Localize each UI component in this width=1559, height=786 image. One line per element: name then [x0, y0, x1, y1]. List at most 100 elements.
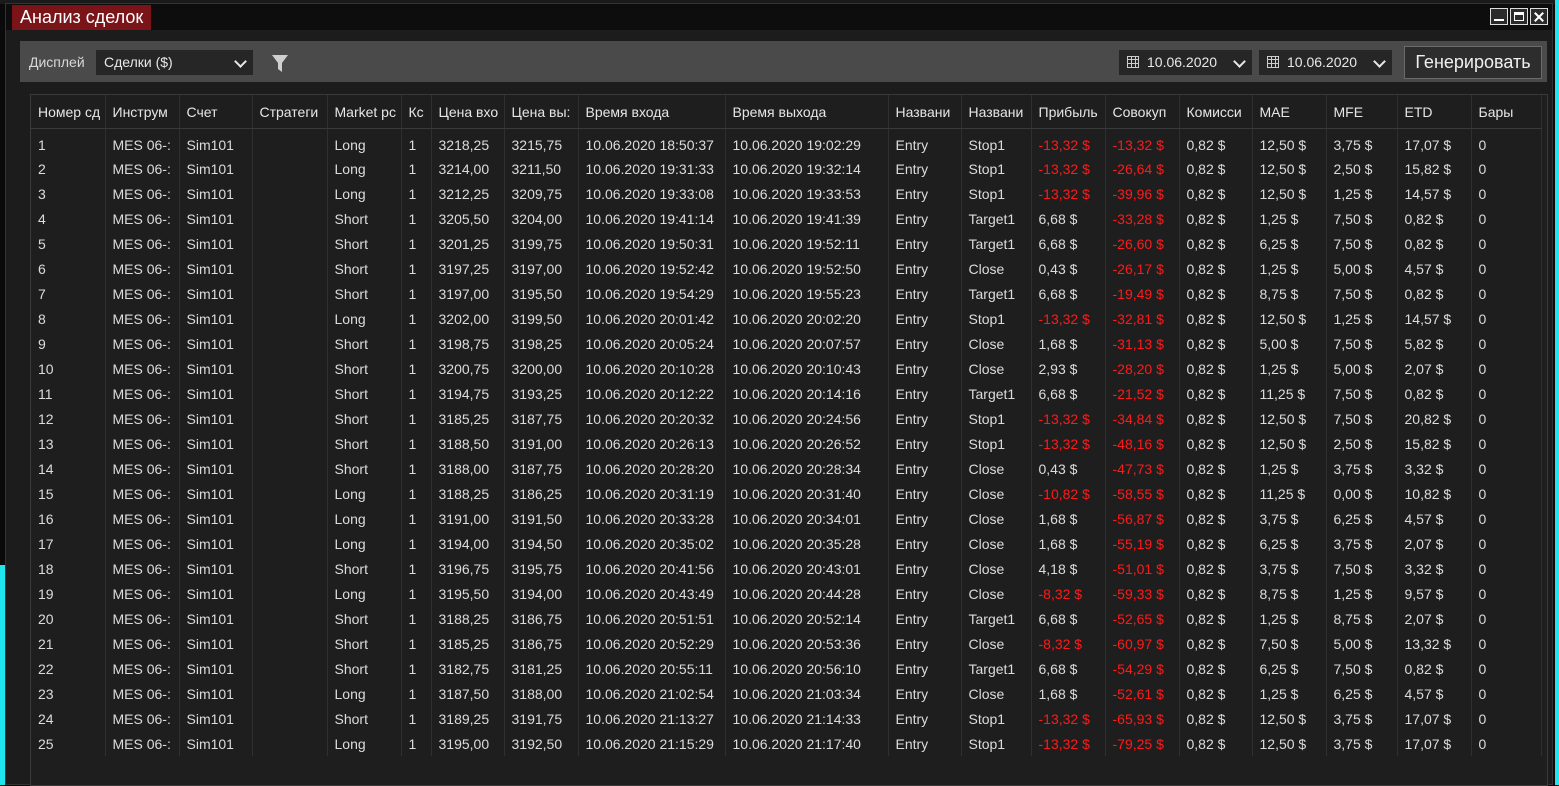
title-bar[interactable]: Анализ сделок — [6, 4, 1552, 30]
table-row[interactable]: 20 MES 06-: Sim101 Short 1 3188,25 3186,75 10.0… — [31, 606, 1542, 631]
column-header[interactable]: Кс — [401, 95, 432, 129]
display-select[interactable]: Сделки ($) — [96, 50, 253, 75]
table-row[interactable]: 3 MES 06-: Sim101 Long 1 3212,25 3209,75 10.06.… — [31, 181, 1542, 206]
table-cell: Long — [327, 128, 402, 156]
table-cell: 1 — [401, 281, 432, 306]
table-row[interactable]: 6 MES 06-: Sim101 Short 1 3197,25 3197,00 10.06… — [31, 256, 1542, 281]
column-header[interactable]: Время входа — [578, 95, 726, 129]
table-cell: -13,32 $ — [1031, 156, 1106, 181]
table-row[interactable]: 1 MES 06-: Sim101 Long 1 3218,25 3215,75 10.06.… — [31, 128, 1542, 156]
column-header[interactable]: Счет — [179, 95, 253, 129]
table-cell: 10.06.2020 20:10:43 — [725, 356, 889, 381]
table-cell: Sim101 — [179, 306, 253, 331]
table-cell: 1 — [401, 606, 432, 631]
table-cell: Target1 — [961, 606, 1032, 631]
table-cell: 25 — [31, 731, 106, 756]
table-cell: 1 — [401, 156, 432, 181]
minimize-icon[interactable] — [1490, 8, 1508, 25]
table-cell: MES 06-: — [105, 281, 180, 306]
table-cell: Entry — [888, 431, 962, 456]
table-cell: 15,82 $ — [1397, 431, 1472, 456]
table-row[interactable]: 23 MES 06-: Sim101 Long 1 3187,50 3188,00 10.06… — [31, 681, 1542, 706]
table-cell: 3181,25 — [504, 656, 579, 681]
table-row[interactable]: 10 MES 06-: Sim101 Short 1 3200,75 3200,00 10.0… — [31, 356, 1542, 381]
column-header[interactable]: Инструм — [105, 95, 180, 129]
table-cell: 0,82 $ — [1179, 306, 1253, 331]
table-cell: 0,82 $ — [1397, 656, 1472, 681]
table-cell: 10.06.2020 19:41:39 — [725, 206, 889, 231]
table-cell: 11,25 $ — [1252, 481, 1327, 506]
column-header[interactable]: Совокуп — [1105, 95, 1180, 129]
table-row[interactable]: 22 MES 06-: Sim101 Short 1 3182,75 3181,25 10.0… — [31, 656, 1542, 681]
table-row[interactable]: 24 MES 06-: Sim101 Short 1 3189,25 3191,75 10.0… — [31, 706, 1542, 731]
table-cell: MES 06-: — [105, 481, 180, 506]
table-cell: -13,32 $ — [1105, 128, 1180, 156]
table-row[interactable]: 4 MES 06-: Sim101 Short 1 3205,50 3204,00 10.06… — [31, 206, 1542, 231]
table-cell: 6,25 $ — [1252, 531, 1327, 556]
table-row[interactable]: 18 MES 06-: Sim101 Short 1 3196,75 3195,75 10.0… — [31, 556, 1542, 581]
table-cell: Sim101 — [179, 331, 253, 356]
column-header[interactable]: Бары — [1471, 95, 1542, 129]
table-row[interactable]: 8 MES 06-: Sim101 Long 1 3202,00 3199,50 10.06.… — [31, 306, 1542, 331]
table-cell: -48,16 $ — [1105, 431, 1180, 456]
table-cell: 12,50 $ — [1252, 156, 1327, 181]
table-cell: 3194,00 — [431, 531, 505, 556]
table-cell — [252, 381, 328, 406]
table-row[interactable]: 19 MES 06-: Sim101 Long 1 3195,50 3194,00 10.06… — [31, 581, 1542, 606]
column-header[interactable]: Цена вы: — [504, 95, 579, 129]
table-cell: 16 — [31, 506, 106, 531]
close-icon[interactable] — [1530, 8, 1548, 25]
table-cell: MES 06-: — [105, 156, 180, 181]
table-cell: -28,20 $ — [1105, 356, 1180, 381]
table-cell: 1,25 $ — [1326, 306, 1398, 331]
table-cell: 7 — [31, 281, 106, 306]
table-cell: 0,82 $ — [1179, 531, 1253, 556]
table-cell: 3188,25 — [431, 481, 505, 506]
column-header[interactable]: Названи — [888, 95, 962, 129]
calendar-icon — [1127, 56, 1139, 68]
column-header[interactable]: Время выхода — [725, 95, 889, 129]
maximize-icon[interactable] — [1510, 8, 1528, 25]
table-cell: Close — [961, 456, 1032, 481]
table-row[interactable]: 2 MES 06-: Sim101 Long 1 3214,00 3211,50 10.06.… — [31, 156, 1542, 181]
column-header[interactable]: Прибыль — [1031, 95, 1106, 129]
date-from-picker[interactable]: 10.06.2020 — [1119, 50, 1252, 75]
table-row[interactable]: 14 MES 06-: Sim101 Short 1 3188,00 3187,75 10.0… — [31, 456, 1542, 481]
column-header[interactable]: Цена вхо — [431, 95, 505, 129]
table-row[interactable]: 13 MES 06-: Sim101 Short 1 3188,50 3191,00 10.0… — [31, 431, 1542, 456]
table-cell — [252, 281, 328, 306]
table-cell: 0 — [1471, 656, 1542, 681]
column-header[interactable]: MFE — [1326, 95, 1398, 129]
column-header[interactable]: Комисси — [1179, 95, 1253, 129]
table-cell: Target1 — [961, 206, 1032, 231]
table-row[interactable]: 25 MES 06-: Sim101 Long 1 3195,00 3192,50 10.06… — [31, 731, 1542, 756]
column-header[interactable]: Стратеги — [252, 95, 328, 129]
column-header[interactable]: Названи — [961, 95, 1032, 129]
table-row[interactable]: 7 MES 06-: Sim101 Short 1 3197,00 3195,50 10.06… — [31, 281, 1542, 306]
table-row[interactable]: 9 MES 06-: Sim101 Short 1 3198,75 3198,25 10.06… — [31, 331, 1542, 356]
table-cell: Long — [327, 306, 402, 331]
table-cell: 14,57 $ — [1397, 306, 1472, 331]
date-to-picker[interactable]: 10.06.2020 — [1259, 50, 1392, 75]
table-cell: Entry — [888, 281, 962, 306]
column-header[interactable]: ETD — [1397, 95, 1472, 129]
column-header[interactable]: Market pc — [327, 95, 402, 129]
table-row[interactable]: 17 MES 06-: Sim101 Long 1 3194,00 3194,50 10.06… — [31, 531, 1542, 556]
column-header[interactable]: MAE — [1252, 95, 1327, 129]
table-row[interactable]: 12 MES 06-: Sim101 Short 1 3185,25 3187,75 10.0… — [31, 406, 1542, 431]
table-cell: -31,13 $ — [1105, 331, 1180, 356]
table-row[interactable]: 21 MES 06-: Sim101 Short 1 3185,25 3186,75 10.0… — [31, 631, 1542, 656]
table-cell: Entry — [888, 256, 962, 281]
table-row[interactable]: 5 MES 06-: Sim101 Short 1 3201,25 3199,75 10.06… — [31, 231, 1542, 256]
generate-button[interactable]: Генерировать — [1404, 46, 1542, 79]
table-cell: 1,25 $ — [1252, 456, 1327, 481]
trades-grid[interactable]: Номер сд Инструм Счет Стратеги Market pc Кс Це… — [30, 94, 1548, 786]
table-cell: Long — [327, 506, 402, 531]
table-row[interactable]: 15 MES 06-: Sim101 Long 1 3188,25 3186,25 10.06… — [31, 481, 1542, 506]
table-row[interactable]: 11 MES 06-: Sim101 Short 1 3194,75 3193,25 10.0… — [31, 381, 1542, 406]
filter-icon[interactable] — [272, 55, 288, 73]
table-row[interactable]: 16 MES 06-: Sim101 Long 1 3191,00 3191,50 10.06… — [31, 506, 1542, 531]
table-cell: MES 06-: — [105, 731, 180, 756]
column-header[interactable]: Номер сд — [31, 95, 106, 129]
table-cell — [252, 256, 328, 281]
